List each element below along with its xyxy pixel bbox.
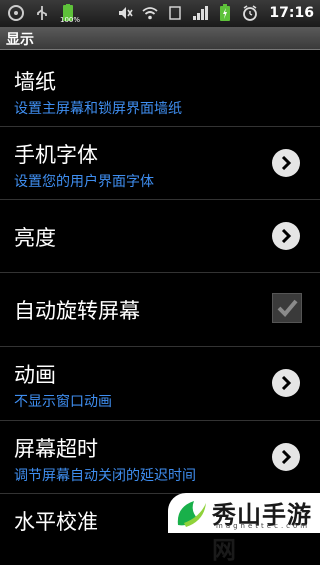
alarm-icon — [240, 3, 260, 23]
data-transfer-icon — [165, 3, 185, 23]
status-bar: 100% 17:16 — [0, 0, 320, 27]
setting-wallpaper[interactable]: 墙纸 设置主屏幕和锁屏界面墙纸 — [0, 50, 320, 127]
setting-subtitle: 不显示窗口动画 — [14, 394, 112, 410]
signal-icon — [190, 3, 210, 23]
setting-label: 动画 — [14, 363, 56, 387]
title-bar: 显示 — [0, 27, 320, 50]
settings-list: 墙纸 设置主屏幕和锁屏界面墙纸 手机字体 设置您的用户界面字体 亮度 自动旋转屏… — [0, 50, 320, 539]
wifi-icon — [140, 3, 160, 23]
setting-screen-timeout[interactable]: 屏幕超时 调节屏幕自动关闭的延迟时间 — [0, 421, 320, 494]
setting-phone-font[interactable]: 手机字体 设置您的用户界面字体 — [0, 127, 320, 200]
setting-subtitle: 设置您的用户界面字体 — [14, 174, 154, 190]
watermark-domain: magnettec.com — [216, 522, 311, 530]
setting-subtitle: 设置主屏幕和锁屏界面墙纸 — [14, 101, 182, 117]
setting-label: 墙纸 — [14, 70, 56, 94]
setting-animation[interactable]: 动画 不显示窗口动画 — [0, 347, 320, 421]
setting-label: 亮度 — [14, 226, 56, 250]
chevron-right-icon[interactable] — [272, 369, 300, 397]
disc-icon — [6, 3, 26, 23]
setting-auto-rotate[interactable]: 自动旋转屏幕 — [0, 273, 320, 347]
leaf-logo-icon — [174, 497, 208, 533]
battery-charging-icon — [215, 3, 235, 23]
auto-rotate-checkbox[interactable] — [272, 293, 302, 323]
setting-label: 自动旋转屏幕 — [14, 299, 140, 323]
setting-label: 手机字体 — [14, 143, 98, 167]
clock-time: 17:16 — [269, 5, 314, 21]
setting-subtitle: 调节屏幕自动关闭的延迟时间 — [14, 468, 196, 484]
page-title: 显示 — [6, 32, 34, 48]
setting-brightness[interactable]: 亮度 — [0, 200, 320, 273]
chevron-right-icon[interactable] — [272, 443, 300, 471]
chevron-right-icon[interactable] — [272, 222, 300, 250]
mute-icon — [115, 3, 135, 23]
watermark-name: 秀山手游网 — [212, 501, 312, 564]
watermark: 秀山手游网 magnettec.com — [168, 493, 320, 564]
battery-percent: 100% — [60, 16, 81, 24]
setting-label: 屏幕超时 — [14, 437, 98, 461]
chevron-right-icon[interactable] — [272, 149, 300, 177]
setting-label: 水平校准 — [14, 510, 98, 534]
usb-icon — [32, 3, 52, 23]
